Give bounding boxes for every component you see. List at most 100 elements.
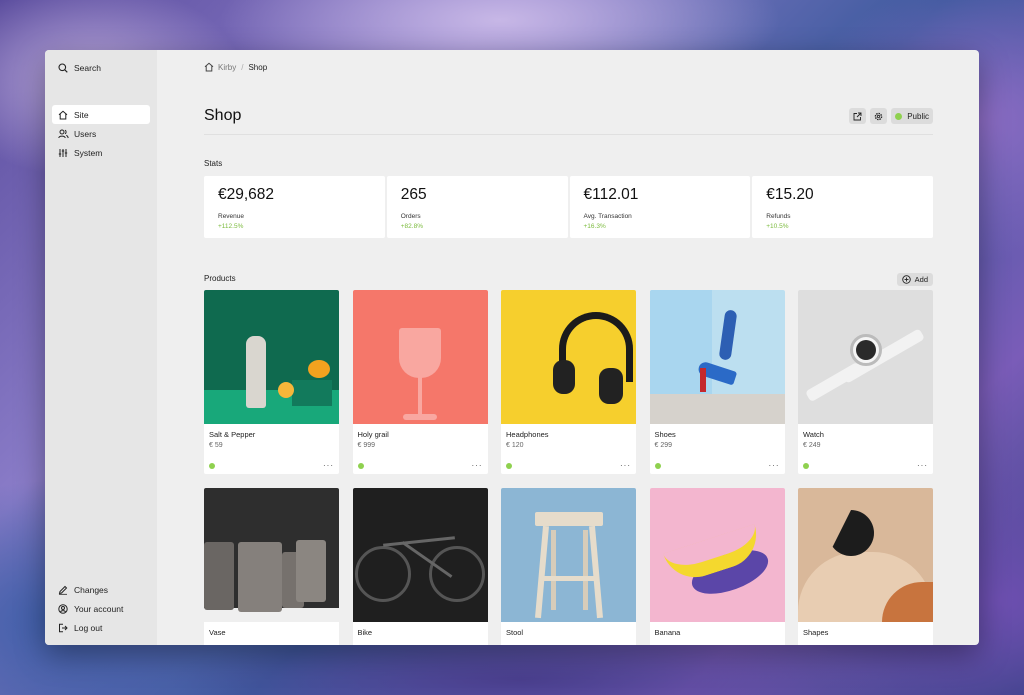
products-grid: Salt & Pepper € 59 ··· Holy grail € 999 … xyxy=(204,290,933,645)
stat-change: +82.8% xyxy=(400,223,423,230)
products-heading: Products xyxy=(204,274,236,283)
product-image xyxy=(352,488,488,622)
breadcrumb: Kirby / Shop xyxy=(204,51,933,83)
product-price: € 299 xyxy=(654,442,673,449)
product-name: Headphones xyxy=(506,430,549,439)
product-name: Vase xyxy=(209,628,226,637)
add-circle-icon xyxy=(901,274,911,284)
product-card-bike[interactable]: Bike xyxy=(352,488,488,645)
product-image xyxy=(204,290,339,424)
status-label: Public xyxy=(907,111,929,121)
sidebar-bottom-menu: Changes Your account Log out xyxy=(52,580,150,637)
header-actions: Public xyxy=(849,108,933,124)
external-link-icon xyxy=(853,112,862,121)
sidebar-item-label: System xyxy=(74,147,103,158)
product-name: Banana xyxy=(654,628,681,637)
logout-icon xyxy=(57,622,69,634)
product-name: Holy grail xyxy=(357,430,389,439)
home-icon xyxy=(57,109,69,121)
product-name: Stool xyxy=(506,628,524,637)
open-external-button[interactable] xyxy=(849,108,867,124)
product-image xyxy=(649,488,785,622)
product-price: € 59 xyxy=(209,442,223,449)
status-dot-icon xyxy=(357,462,364,469)
status-dot-icon xyxy=(506,462,512,469)
product-card-shoes[interactable]: Shoes € 299 ··· xyxy=(649,290,785,474)
home-icon[interactable] xyxy=(204,62,214,72)
app-window: Search Site Users System Changes Your ac… xyxy=(45,50,979,645)
status-button[interactable]: Public xyxy=(891,108,933,124)
product-image xyxy=(204,488,339,622)
product-name: Watch xyxy=(803,430,824,439)
logout-button[interactable]: Log out xyxy=(52,618,150,637)
product-name: Salt & Pepper xyxy=(209,430,256,439)
sidebar: Search Site Users System Changes Your ac… xyxy=(45,50,157,645)
gear-icon xyxy=(874,112,883,121)
status-dot-icon xyxy=(803,462,809,469)
stat-card-orders: 265 Orders +82.8% xyxy=(386,176,568,238)
product-price: € 249 xyxy=(803,442,821,449)
more-options-icon[interactable]: ··· xyxy=(472,461,483,470)
product-name: Shoes xyxy=(654,430,676,439)
sidebar-item-site[interactable]: Site xyxy=(52,105,150,124)
product-card-stool[interactable]: Stool xyxy=(501,488,636,645)
stat-card-revenue: €29,682 Revenue +112.5% xyxy=(204,176,385,238)
product-image xyxy=(352,290,488,424)
product-name: Bike xyxy=(357,628,373,637)
more-options-icon[interactable]: ··· xyxy=(620,461,631,470)
stat-card-refunds: €15.20 Refunds +10.5% xyxy=(752,176,933,238)
product-card-holy-grail[interactable]: Holy grail € 999 ··· xyxy=(352,290,488,474)
page-header: Shop Public xyxy=(204,105,933,127)
product-image xyxy=(649,290,785,424)
product-price: € 999 xyxy=(357,442,376,449)
account-icon xyxy=(57,603,69,615)
stat-value: €29,682 xyxy=(218,186,275,203)
product-card-headphones[interactable]: Headphones € 120 ··· xyxy=(501,290,636,474)
products-header: Products Add xyxy=(204,272,933,286)
sidebar-item-label: Your account xyxy=(74,603,124,614)
product-card-watch[interactable]: Watch € 249 ··· xyxy=(798,290,933,474)
stats-heading: Stats xyxy=(204,159,223,168)
add-label: Add xyxy=(914,274,928,284)
breadcrumb-root[interactable]: Kirby xyxy=(218,63,236,72)
product-image xyxy=(798,488,933,622)
stat-card-avg-transaction: €112.01 Avg. Transaction +16.3% xyxy=(569,176,751,238)
product-image xyxy=(798,290,933,424)
settings-button[interactable] xyxy=(870,108,888,124)
changes-button[interactable]: Changes xyxy=(52,580,150,599)
account-button[interactable]: Your account xyxy=(52,599,150,618)
sidebar-item-label: Changes xyxy=(74,584,109,595)
stat-change: +112.5% xyxy=(218,223,244,230)
sidebar-item-system[interactable]: System xyxy=(52,143,150,162)
status-dot-icon xyxy=(895,112,903,120)
stat-change: +16.3% xyxy=(583,223,606,230)
search-label: Search xyxy=(74,62,101,73)
product-card-banana[interactable]: Banana xyxy=(649,488,785,645)
stat-change: +10.5% xyxy=(766,223,789,230)
search-button[interactable]: Search xyxy=(52,58,150,77)
product-image xyxy=(501,290,636,424)
main-content: Kirby / Shop Shop Public Stats €29,682 R… xyxy=(157,50,979,645)
pencil-icon xyxy=(57,584,69,596)
page-title: Shop xyxy=(204,107,242,124)
breadcrumb-separator: / xyxy=(241,62,244,72)
sidebar-item-label: Site xyxy=(74,109,89,120)
more-options-icon[interactable]: ··· xyxy=(323,461,334,470)
product-card-shapes[interactable]: Shapes xyxy=(798,488,933,645)
sidebar-item-users[interactable]: Users xyxy=(52,124,150,143)
search-icon xyxy=(57,62,69,74)
status-dot-icon xyxy=(654,462,661,469)
breadcrumb-current[interactable]: Shop xyxy=(248,63,267,72)
stat-label: Avg. Transaction xyxy=(583,213,632,220)
product-card-salt-pepper[interactable]: Salt & Pepper € 59 ··· xyxy=(204,290,339,474)
add-product-button[interactable]: Add xyxy=(896,272,933,286)
more-options-icon[interactable]: ··· xyxy=(769,461,780,470)
more-options-icon[interactable]: ··· xyxy=(917,461,928,470)
stat-label: Orders xyxy=(400,213,421,220)
product-image xyxy=(501,488,636,622)
stat-label: Revenue xyxy=(218,213,245,220)
status-dot-icon xyxy=(209,462,215,469)
sidebar-item-label: Users xyxy=(74,128,97,139)
product-card-vase[interactable]: Vase xyxy=(204,488,339,645)
stat-value: 265 xyxy=(400,186,427,203)
